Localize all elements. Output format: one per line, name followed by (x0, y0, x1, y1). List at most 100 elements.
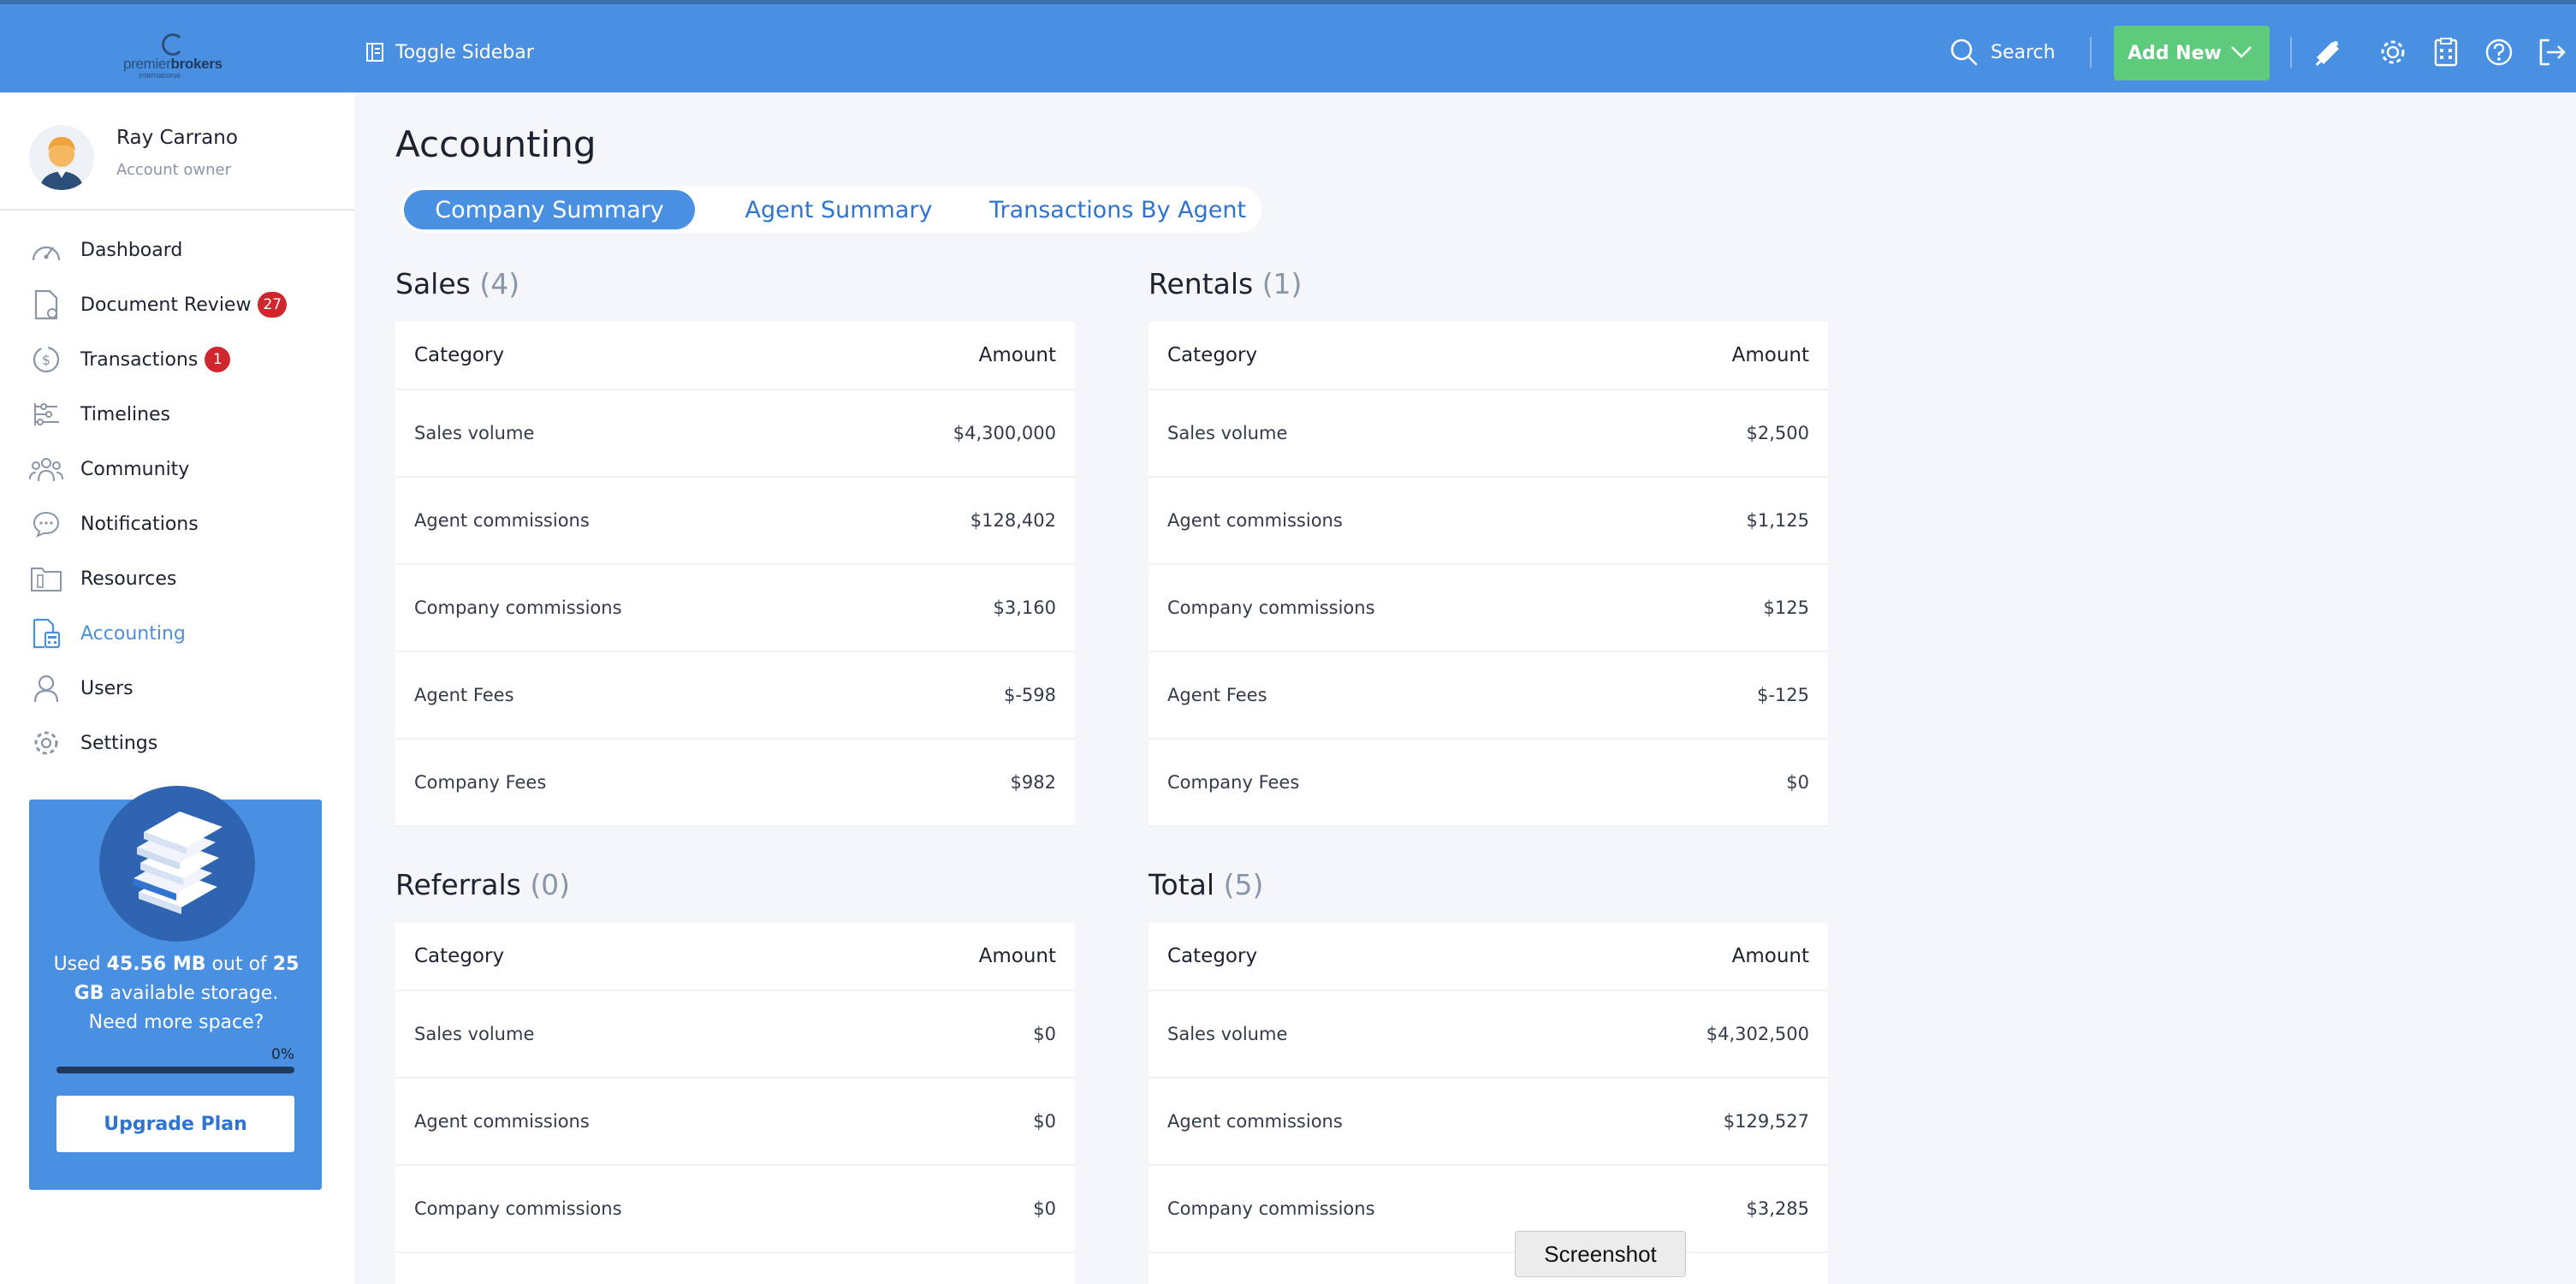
sidebar-item-timelines[interactable]: Timelines (0, 387, 354, 442)
section-title-total: Total (5) (1149, 868, 1264, 901)
row-amount: $-125 (1756, 685, 1809, 705)
storage-percent: 0% (271, 1046, 294, 1063)
company-logo[interactable]: premierbrokers international (123, 33, 229, 83)
row-amount: $1,125 (1746, 510, 1809, 531)
row-category: Company commissions (1167, 1198, 1375, 1219)
table-row: Agent commissions $129,527 (1149, 1079, 1828, 1166)
add-new-button[interactable]: Add New (2114, 26, 2270, 80)
screenshot-tooltip: Screenshot (1515, 1231, 1686, 1277)
storage-illustration (99, 786, 255, 942)
bell-icon[interactable] (2312, 37, 2343, 68)
table-row: Agent commissions $0 (395, 1079, 1075, 1166)
user-profile[interactable]: Ray Carrano Account owner (0, 92, 354, 211)
toggle-sidebar-button[interactable]: Toggle Sidebar (366, 35, 534, 69)
sidebar-item-label: Users (80, 677, 134, 699)
divider (2090, 37, 2092, 68)
gear-icon (29, 726, 63, 760)
sidebar-item-settings[interactable]: Settings (0, 716, 354, 770)
row-amount: $3,160 (993, 597, 1056, 618)
sidebar-item-users[interactable]: Users (0, 661, 354, 716)
sidebar-nav: Dashboard Document Review 27 $ Transacti… (0, 223, 354, 770)
sidebar-item-label: Dashboard (80, 239, 183, 261)
row-category: Company Fees (1167, 772, 1300, 793)
table-row: Agent Fees $-125 (1149, 652, 1828, 740)
section-title-referrals: Referrals (0) (395, 868, 571, 901)
storage-usage-text: Used 45.56 MB out of 25 GB available sto… (53, 954, 300, 1033)
row-amount: $-598 (1003, 685, 1056, 705)
sidebar-item-label: Accounting (80, 622, 186, 645)
table-row: Sales volume $2,500 (1149, 390, 1828, 478)
add-new-label: Add New (2128, 42, 2222, 64)
sidebar-item-notifications[interactable]: Notifications (0, 496, 354, 551)
tab-agent-summary[interactable]: Agent Summary (710, 190, 967, 229)
table-row: Company Fees $0 (1149, 740, 1828, 827)
search-button[interactable]: Search (1950, 35, 2056, 69)
storage-panel: Used 45.56 MB out of 25 GB available sto… (29, 786, 322, 1190)
page-title: Accounting (395, 123, 597, 165)
chevron-down-icon (2231, 46, 2252, 58)
gear-icon[interactable] (2377, 37, 2408, 68)
sidebar-item-label: Settings (80, 732, 158, 754)
row-amount: $0 (1033, 1111, 1056, 1132)
row-category: Agent Fees (414, 685, 514, 705)
row-amount: $982 (1010, 772, 1056, 793)
sidebar-item-document-review[interactable]: Document Review 27 (0, 277, 354, 332)
row-category: Company commissions (1167, 597, 1375, 618)
sidebar-item-dashboard[interactable]: Dashboard (0, 223, 354, 277)
row-category: Agent Fees (1167, 685, 1267, 705)
upgrade-plan-button[interactable]: Upgrade Plan (56, 1096, 294, 1152)
sidebar-item-label: Transactions (80, 348, 199, 371)
people-icon (29, 452, 63, 486)
sidebar-item-label: Timelines (80, 403, 171, 425)
row-category: Agent commissions (414, 1111, 590, 1132)
column-header-category: Category (1167, 945, 1258, 967)
search-icon (1950, 39, 1978, 66)
row-category: Sales volume (414, 423, 535, 443)
row-amount: $125 (1763, 597, 1809, 618)
tab-company-summary[interactable]: Company Summary (404, 190, 695, 229)
sidebar-item-accounting[interactable]: Accounting (0, 606, 354, 661)
total-table: Category Amount Sales volume $4,302,500 Ag… (1149, 923, 1828, 1284)
column-header-amount: Amount (978, 945, 1056, 967)
sidebar-item-label: Notifications (80, 513, 199, 535)
main-content: Accounting Company Summary Agent Summary… (354, 92, 2576, 1284)
user-icon (29, 671, 63, 705)
row-amount: $0 (1033, 1198, 1056, 1219)
help-icon[interactable] (2484, 37, 2514, 68)
notification-badge: 27 (258, 292, 288, 318)
row-category: Company commissions (414, 597, 622, 618)
search-label: Search (1991, 41, 2056, 63)
row-category: Company commissions (414, 1198, 622, 1219)
sidebar-item-transactions[interactable]: $ Transactions 1 (0, 332, 354, 387)
row-category: Agent commissions (1167, 510, 1343, 531)
table-header: Category Amount (395, 923, 1075, 991)
sidebar-item-resources[interactable]: Resources (0, 551, 354, 606)
table-row: Agent commissions $128,402 (395, 478, 1075, 565)
sidebar-item-label: Resources (80, 568, 177, 590)
logo-wordmark: premierbrokers (123, 56, 223, 72)
table-row: Sales volume $4,300,000 (395, 390, 1075, 478)
toggle-sidebar-label: Toggle Sidebar (395, 41, 534, 63)
user-name: Ray Carrano (116, 127, 238, 149)
sidebar-item-community[interactable]: Community (0, 442, 354, 496)
storage-progress-bar (56, 1067, 294, 1073)
sidebar-item-label: Document Review (80, 294, 252, 316)
referrals-table: Category Amount Sales volume $0 Agent comm… (395, 923, 1075, 1284)
calculator-icon[interactable] (2431, 37, 2461, 68)
logout-icon[interactable] (2537, 37, 2567, 68)
column-header-category: Category (414, 344, 505, 366)
top-bar: premierbrokers international Toggle Side… (0, 0, 2576, 92)
divider (2290, 37, 2292, 68)
sidebar: Ray Carrano Account owner Dashboard Docu… (0, 92, 354, 1284)
table-header: Category Amount (1149, 322, 1828, 390)
row-amount: $0 (1786, 772, 1809, 793)
svg-text:$: $ (42, 352, 50, 368)
logo-mark (162, 33, 184, 56)
tab-transactions-by-agent[interactable]: Transactions By Agent (979, 190, 1256, 229)
row-category: Sales volume (414, 1024, 535, 1044)
sidebar-item-label: Community (80, 458, 190, 480)
table-row: Company commissions $0 (395, 1166, 1075, 1253)
table-row: Sales volume $0 (395, 991, 1075, 1079)
table-row: Agent commissions $1,125 (1149, 478, 1828, 565)
row-category: Agent commissions (1167, 1111, 1343, 1132)
